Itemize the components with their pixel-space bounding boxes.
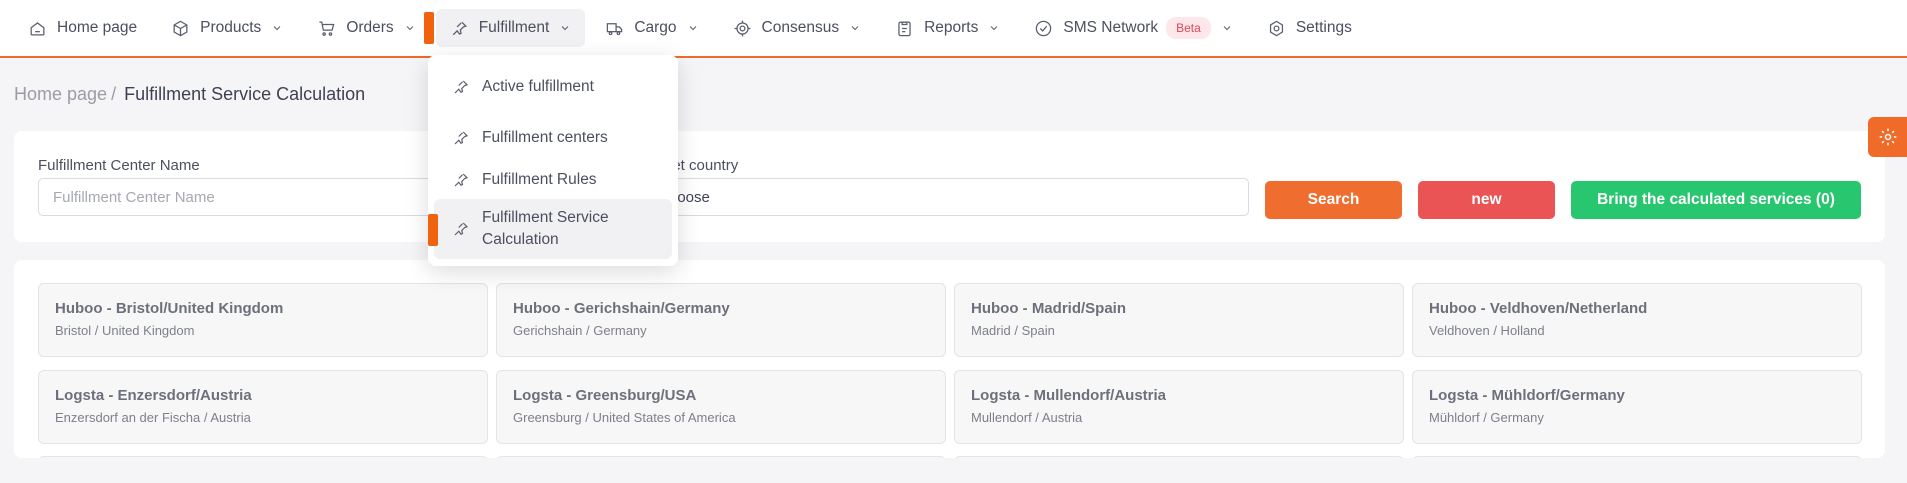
nav-orders-label: Orders (346, 19, 394, 36)
center-name: Logsta - Mullendorf/Austria (971, 387, 1166, 404)
pin-icon (454, 131, 469, 145)
center-card[interactable]: Logsta - Mullendorf/Austria Mullendorf /… (954, 370, 1404, 444)
nav-consensus-label: Consensus (761, 19, 840, 36)
nav-home-label: Home page (57, 19, 138, 36)
pin-icon (452, 21, 467, 35)
search-panel: Fulfillment Center Name get country hoos… (14, 131, 1885, 242)
center-location: Enzersdorf an der Fischa / Austria (55, 410, 251, 425)
truck-icon (607, 22, 623, 35)
chevron-down-icon (689, 26, 696, 31)
menu-item-fulfillment-centers[interactable]: Fulfillment centers (434, 118, 672, 158)
nav-fulfillment-label: Fulfillment (478, 19, 550, 36)
active-marker (423, 12, 434, 44)
breadcrumb-separator: / (111, 84, 117, 104)
center-name-label: Fulfillment Center Name (38, 157, 200, 174)
chevron-down-icon (406, 26, 414, 31)
pin-icon (454, 173, 469, 187)
nav-reports[interactable]: Reports (881, 9, 1014, 47)
nav-sms-network-label: SMS Network (1063, 19, 1159, 36)
center-card-partial (496, 456, 946, 458)
center-name: Logsta - Enzersdorf/Austria (55, 387, 252, 404)
breadcrumb: Home page / Fulfillment Service Calculat… (14, 84, 365, 105)
center-card[interactable]: Logsta - Greensburg/USA Greensburg / Uni… (496, 370, 946, 444)
center-card[interactable]: Logsta - Enzersdorf/Austria Enzersdorf a… (38, 370, 488, 444)
center-name: Huboo - Veldhoven/Netherland (1429, 300, 1648, 317)
center-name: Logsta - Greensburg/USA (513, 387, 697, 404)
center-card[interactable]: Huboo - Bristol/United Kingdom Bristol /… (38, 283, 488, 357)
nav-consensus[interactable]: Consensus (719, 9, 876, 47)
active-marker (428, 214, 438, 246)
menu-item-fulfillment-service-calculation[interactable]: Fulfillment Service Calculation (428, 199, 672, 259)
chevron-down-icon (991, 26, 998, 31)
nav-reports-label: Reports (924, 19, 979, 36)
center-name: Huboo - Bristol/United Kingdom (55, 300, 284, 317)
center-card[interactable]: Huboo - Madrid/Spain Madrid / Spain (954, 283, 1404, 357)
chevron-down-icon (1223, 26, 1231, 31)
target-icon (734, 20, 750, 36)
nav-home[interactable]: Home page (14, 9, 151, 47)
center-location: Greensburg / United States of America (513, 410, 736, 425)
center-location: Veldhoven / Holland (1429, 323, 1545, 338)
nav-products[interactable]: Products (157, 9, 297, 47)
center-card-partial (1412, 456, 1862, 458)
menu-item-label: Fulfillment Service Calculation (482, 209, 609, 248)
fulfillment-dropdown-menu: Active fulfillment Fulfillment centers F… (428, 55, 678, 266)
gear-icon (1879, 128, 1896, 146)
center-name-input[interactable] (38, 178, 468, 216)
chevron-down-icon (273, 26, 281, 31)
center-location: Bristol / United Kingdom (55, 323, 195, 338)
center-location: Madrid / Spain (971, 323, 1055, 338)
nav-orders[interactable]: Orders (303, 9, 429, 47)
home-icon (30, 21, 45, 35)
center-card[interactable]: Huboo - Gerichshain/Germany Gerichshain … (496, 283, 946, 357)
center-name: Huboo - Madrid/Spain (971, 300, 1126, 317)
center-location: Mühldorf / Germany (1429, 410, 1544, 425)
menu-item-fulfillment-rules[interactable]: Fulfillment Rules (434, 160, 672, 200)
pin-icon (454, 222, 469, 236)
nav-products-label: Products (200, 19, 262, 36)
target-country-select[interactable]: hoose (654, 178, 1249, 216)
center-card-partial (954, 456, 1404, 458)
chevron-down-icon (561, 26, 569, 31)
menu-item-active-fulfillment[interactable]: Active fulfillment (434, 67, 672, 107)
settings-toggle-button[interactable] (1868, 117, 1907, 157)
check-circle-icon (1036, 20, 1052, 36)
search-button[interactable]: Search (1265, 181, 1402, 219)
clipboard-icon (898, 21, 911, 36)
menu-item-label: Fulfillment centers (482, 129, 608, 146)
menu-item-label: Fulfillment Rules (482, 171, 597, 188)
center-location: Gerichshain / Germany (513, 323, 647, 338)
results-panel: Huboo - Bristol/United Kingdom Bristol /… (14, 260, 1885, 458)
center-card-partial (38, 456, 488, 458)
new-button[interactable]: new (1418, 181, 1555, 219)
pin-icon (454, 80, 469, 94)
breadcrumb-home[interactable]: Home page (14, 84, 107, 105)
nav-settings[interactable]: Settings (1253, 9, 1366, 47)
center-location: Mullendorf / Austria (971, 410, 1083, 425)
nav-fulfillment[interactable]: Fulfillment (423, 9, 586, 47)
page-title: Fulfillment Service Calculation (124, 84, 366, 104)
cart-icon (319, 21, 335, 36)
menu-item-label: Active fulfillment (482, 78, 594, 95)
bring-calculated-services-button[interactable]: Bring the calculated services (0) (1571, 181, 1861, 219)
box-icon (173, 20, 188, 36)
settings-icon (1269, 20, 1283, 36)
center-name: Logsta - Mühldorf/Germany (1429, 387, 1625, 404)
center-card[interactable]: Logsta - Mühldorf/Germany Mühldorf / Ger… (1412, 370, 1862, 444)
center-name: Huboo - Gerichshain/Germany (513, 300, 730, 317)
beta-badge: Beta (1166, 17, 1211, 39)
center-card[interactable]: Huboo - Veldhoven/Netherland Veldhoven /… (1412, 283, 1862, 357)
nav-cargo[interactable]: Cargo (591, 9, 712, 47)
nav-settings-label: Settings (1295, 19, 1352, 36)
chevron-down-icon (851, 26, 859, 31)
nav-sms-network[interactable]: SMS Network Beta (1020, 9, 1246, 47)
top-navigation: Home page Products Orders Fulfillment Ca… (0, 0, 1907, 58)
nav-cargo-label: Cargo (634, 19, 677, 36)
